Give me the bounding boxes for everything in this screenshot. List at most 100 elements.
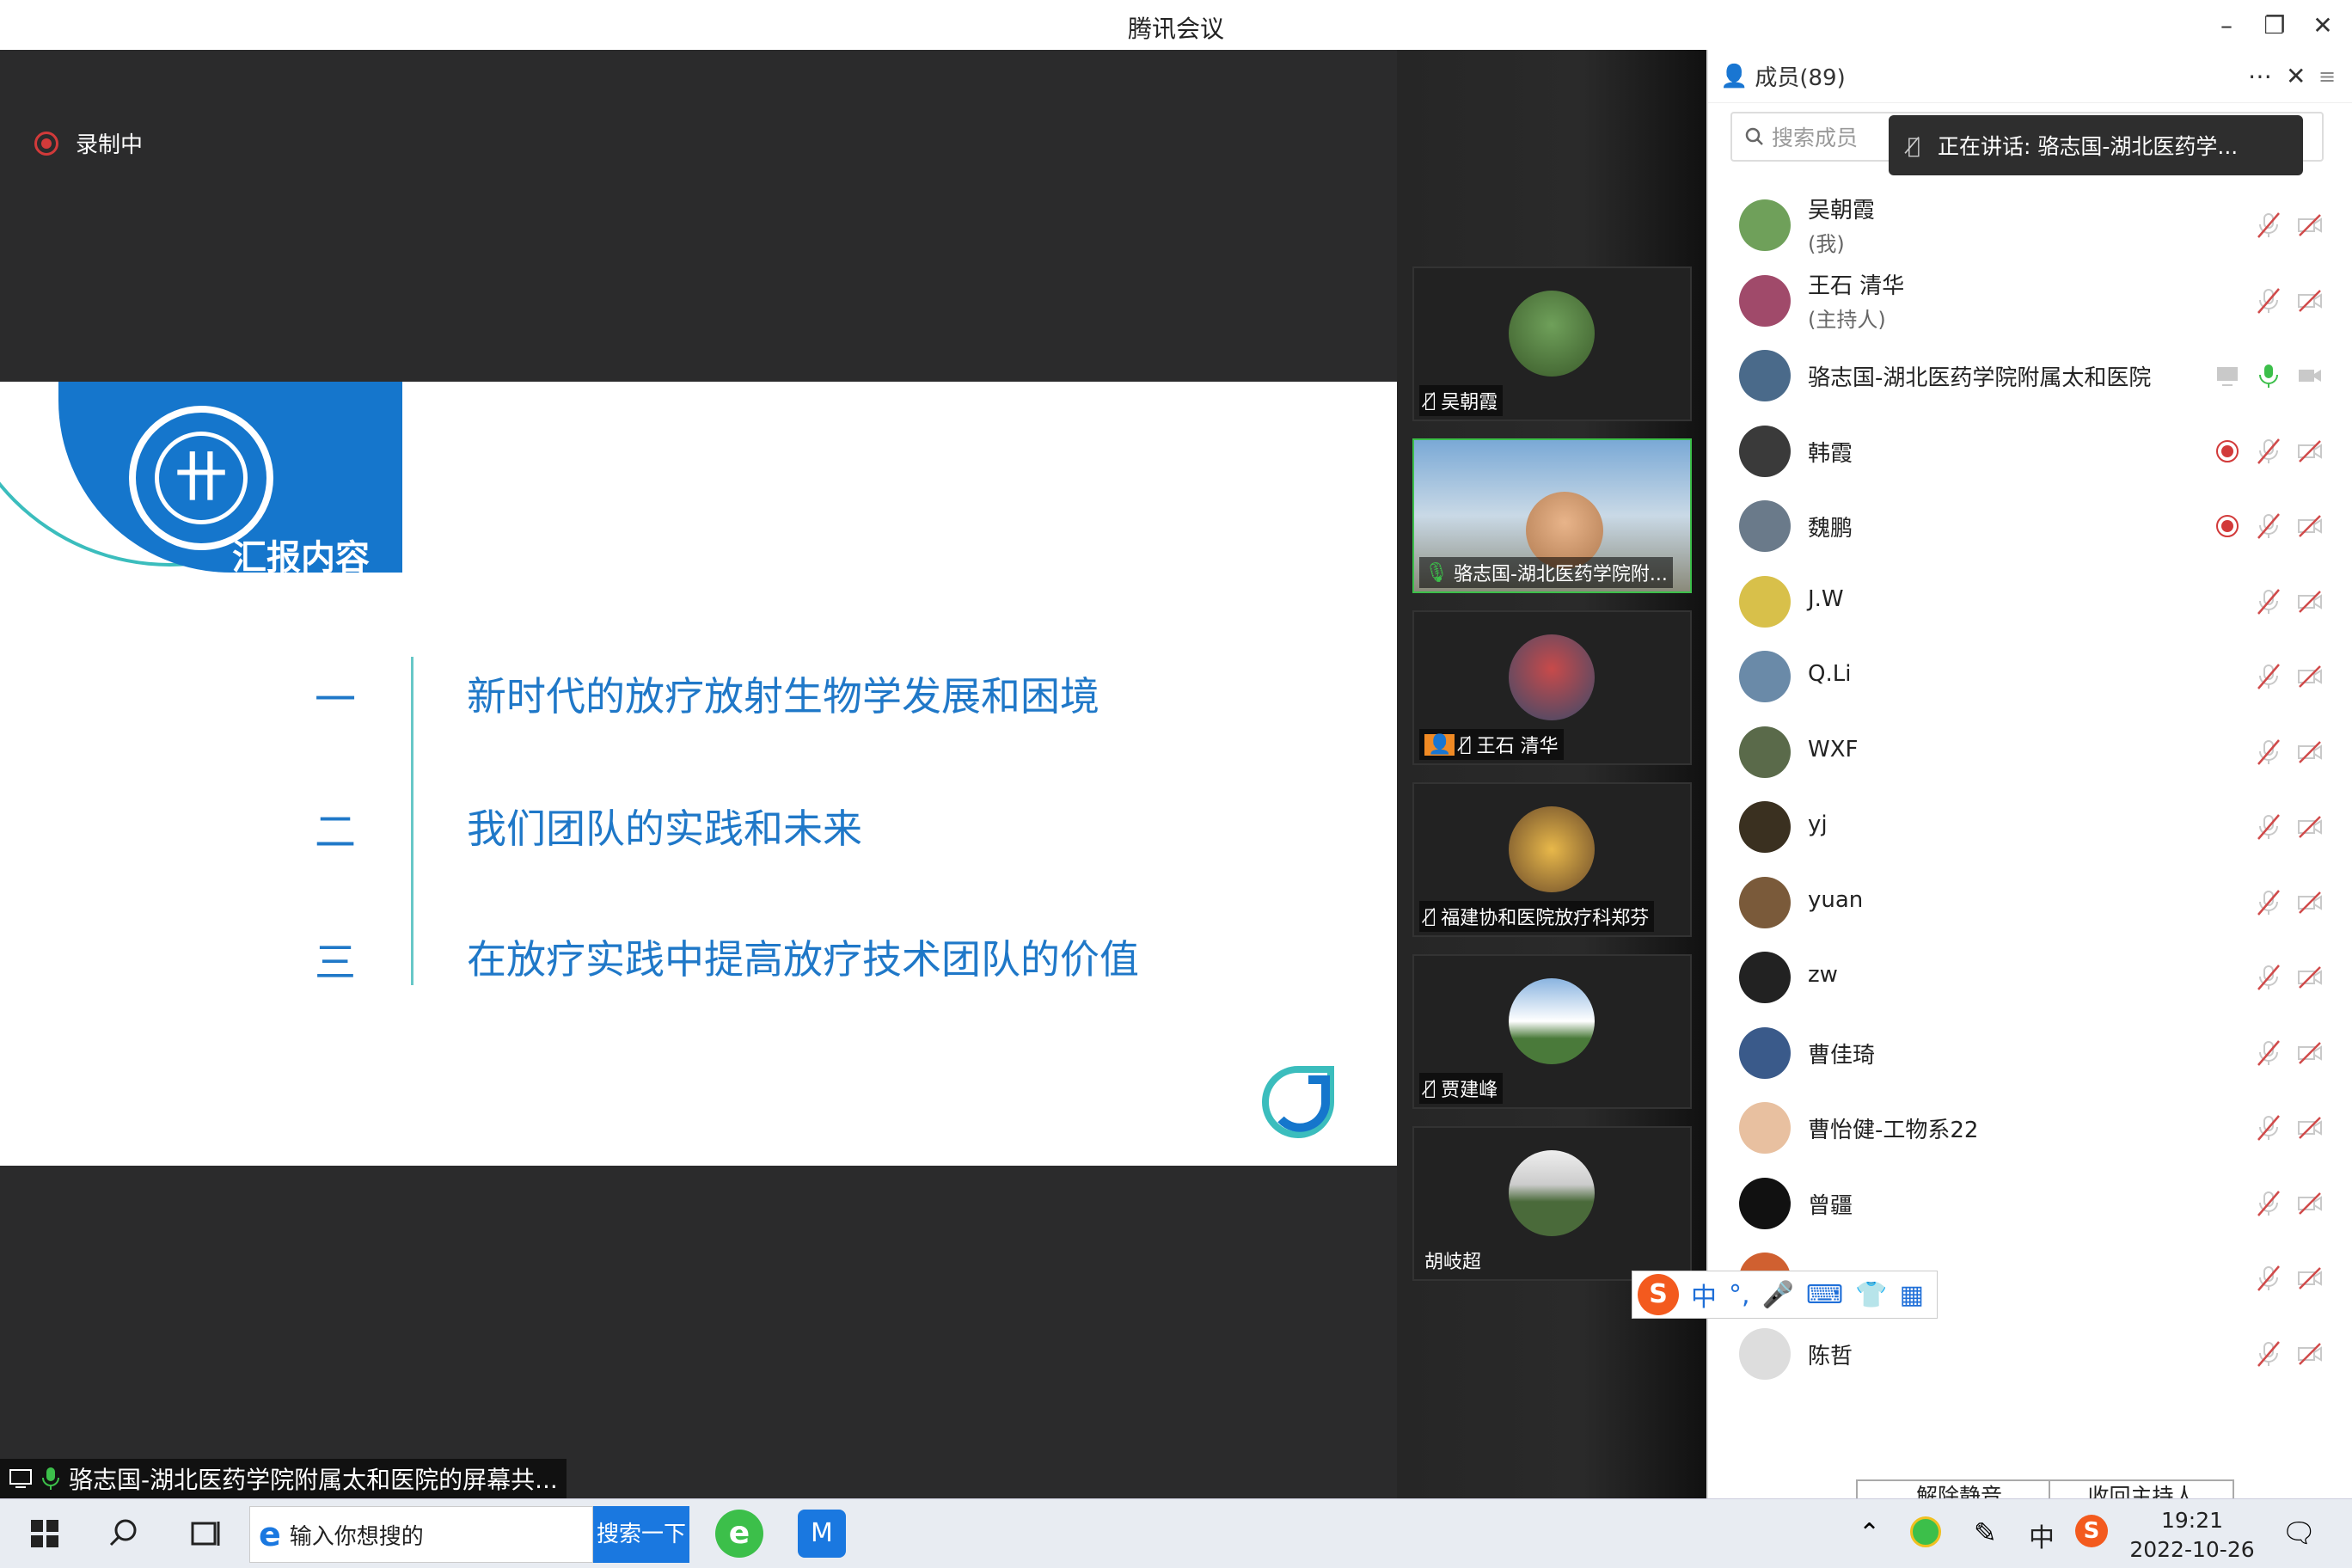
windows-start-icon[interactable] (21, 1510, 69, 1558)
member-row[interactable]: 陈哲 (1708, 1316, 2352, 1392)
video-tile[interactable]: 👤 🎙̸ 王石 清华 (1412, 610, 1692, 765)
member-row[interactable]: 韩霞 (1708, 413, 2352, 489)
recording-icon[interactable] (2214, 512, 2241, 540)
mic-muted-icon[interactable] (2255, 1114, 2282, 1142)
camera-off-icon[interactable] (2296, 1114, 2324, 1142)
member-row[interactable]: 骆志国-湖北医药学院附属太和医院 (1708, 338, 2352, 413)
camera-off-icon[interactable] (2296, 889, 2324, 916)
mic-muted-icon[interactable] (2255, 1265, 2282, 1292)
ime-toolbar[interactable]: S 中 °, 🎤 ⌨ 👕 ▦ (1632, 1271, 1938, 1319)
member-name: 魏鹏 (1808, 516, 1853, 542)
member-row[interactable]: Q.Li (1708, 639, 2352, 714)
minimize-button[interactable]: – (2209, 9, 2244, 43)
mic-muted-icon[interactable] (2255, 964, 2282, 991)
member-row[interactable]: 曾疆 (1708, 1166, 2352, 1241)
toolbox-icon[interactable]: ▦ (1900, 1280, 1924, 1310)
more-icon[interactable]: ⋯ (2248, 62, 2272, 90)
video-tile-active-speaker[interactable]: 🎙 骆志国-湖北医药学院附... (1412, 438, 1692, 593)
close-panel-icon[interactable]: ✕ (2286, 62, 2306, 90)
video-tile[interactable]: 🎙̸ 福建协和医院放疗科郑芬 (1412, 782, 1692, 937)
video-tile-label: 🎙̸ 吴朝霞 (1419, 385, 1504, 416)
camera-off-icon[interactable] (2296, 1039, 2324, 1067)
tencent-meeting-icon[interactable]: M (798, 1510, 846, 1558)
mic-muted-icon[interactable] (2255, 663, 2282, 690)
task-view-icon[interactable] (181, 1510, 229, 1558)
windows-taskbar: e 输入你想搜的 搜索一下 e M ⌃ ✎ 中 S 19:21 2022-10-… (0, 1498, 2352, 1568)
video-tile[interactable]: 🎙̸ 吴朝霞 (1412, 266, 1692, 421)
member-row[interactable]: 曹佳琦 (1708, 1015, 2352, 1091)
tray-ime-indicator[interactable]: 中 (2029, 1516, 2055, 1554)
camera-on-icon[interactable] (2296, 362, 2324, 389)
mic-muted-icon[interactable] (2255, 588, 2282, 616)
avatar (1739, 350, 1791, 401)
agenda-item-3: 在放疗实践中提高放疗技术团队的价值 (467, 936, 1139, 983)
screen-share-presenter-bar[interactable]: 骆志国-湖北医药学院附属太和医院的屏幕共... (0, 1459, 567, 1498)
camera-off-icon[interactable] (2296, 588, 2324, 616)
sogou-tray-icon[interactable]: S (2075, 1515, 2108, 1547)
member-row[interactable]: 曹怡健-工物系22 (1708, 1090, 2352, 1166)
mic-muted-icon[interactable] (2255, 287, 2282, 315)
camera-off-icon[interactable] (2296, 287, 2324, 315)
mic-muted-icon[interactable] (2255, 813, 2282, 841)
taskbar-clock[interactable]: 19:21 2022-10-26 (2123, 1506, 2261, 1565)
avatar (1739, 1177, 1791, 1229)
mic-muted-icon[interactable] (2255, 1039, 2282, 1067)
search-icon (1745, 127, 1763, 145)
member-name: Q.Li (1808, 661, 1852, 687)
members-count: 成员(89) (1755, 65, 1846, 91)
recording-indicator[interactable]: 录制中 (34, 127, 143, 159)
tray-app-icon[interactable] (1910, 1516, 1941, 1547)
mic-muted-icon[interactable] (2255, 889, 2282, 916)
mic-muted-icon[interactable] (2255, 1190, 2282, 1217)
camera-off-icon[interactable] (2296, 1190, 2324, 1217)
mic-on-icon[interactable] (2255, 362, 2282, 389)
mic-muted-icon[interactable] (2255, 211, 2282, 239)
participant-avatar (1509, 1150, 1595, 1236)
camera-off-icon[interactable] (2296, 1340, 2324, 1368)
member-row[interactable]: yuan (1708, 865, 2352, 940)
mic-muted-icon[interactable] (2255, 1340, 2282, 1368)
keyboard-icon[interactable]: ⌨ (1806, 1280, 1843, 1310)
camera-off-icon[interactable] (2296, 512, 2324, 540)
camera-off-icon[interactable] (2296, 438, 2324, 465)
host-icon: 👤 (1424, 733, 1455, 756)
screen-share-icon[interactable] (2214, 362, 2241, 389)
browser-search-button[interactable]: 搜索一下 (593, 1506, 689, 1563)
mic-muted-icon[interactable] (2255, 738, 2282, 766)
member-row[interactable]: J.W (1708, 564, 2352, 640)
camera-off-icon[interactable] (2296, 663, 2324, 690)
close-button[interactable]: ✕ (2306, 9, 2340, 43)
skin-icon[interactable]: 👕 (1855, 1280, 1887, 1310)
voice-input-icon[interactable]: 🎤 (1762, 1280, 1794, 1310)
browser-search-input[interactable]: e 输入你想搜的 (249, 1506, 593, 1563)
member-name: zw (1808, 962, 1838, 988)
member-role: (主持人) (1808, 307, 1886, 332)
camera-off-icon[interactable] (2296, 1265, 2324, 1292)
video-tile[interactable]: 胡岐超 (1412, 1126, 1692, 1281)
notification-icon[interactable]: 🗨 (2282, 1516, 2317, 1549)
mic-muted-icon[interactable] (2255, 512, 2282, 540)
mic-muted-icon[interactable] (2255, 438, 2282, 465)
screen-share-icon (9, 1469, 32, 1488)
member-row[interactable]: 王石 清华 (主持人) (1708, 263, 2352, 339)
video-tile[interactable]: 🎙̸ 贾建峰 (1412, 954, 1692, 1109)
camera-off-icon[interactable] (2296, 211, 2324, 239)
member-row[interactable]: 吴朝霞 (我) (1708, 187, 2352, 263)
member-row[interactable]: yj (1708, 789, 2352, 865)
member-name: 曾疆 (1808, 1192, 1853, 1219)
recording-icon[interactable] (2214, 438, 2241, 465)
restore-button[interactable]: ❐ (2257, 9, 2292, 43)
ime-mode-toggle[interactable]: 中 (1691, 1276, 1717, 1314)
panel-menu-icon[interactable]: ≡ (2318, 64, 2336, 89)
member-row[interactable]: WXF (1708, 714, 2352, 790)
camera-off-icon[interactable] (2296, 738, 2324, 766)
member-row[interactable]: zw (1708, 940, 2352, 1015)
360-browser-icon[interactable]: e (715, 1510, 763, 1558)
tray-expand-icon[interactable]: ⌃ (1859, 1518, 1880, 1548)
camera-off-icon[interactable] (2296, 813, 2324, 841)
pen-icon[interactable]: ✎ (1974, 1516, 1997, 1549)
member-row[interactable]: 魏鹏 (1708, 488, 2352, 564)
ime-punct-toggle[interactable]: °, (1729, 1280, 1750, 1310)
camera-off-icon[interactable] (2296, 964, 2324, 991)
search-icon[interactable] (100, 1510, 148, 1558)
